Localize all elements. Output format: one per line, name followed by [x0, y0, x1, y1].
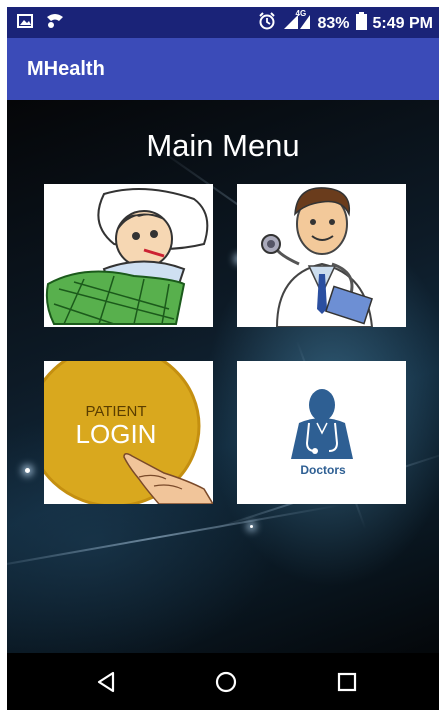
status-bar: 4G 83% 5:49 PM: [7, 7, 439, 38]
signal-icon: [45, 13, 65, 34]
tile-doctor[interactable]: [237, 184, 406, 327]
patient-login-icon: PATIENT LOGIN: [44, 361, 213, 504]
home-icon[interactable]: [211, 667, 241, 697]
menu-title: Main Menu: [146, 128, 300, 163]
background-sparkle: [250, 525, 253, 528]
battery-icon: [355, 12, 367, 35]
phone-screen: 4G 83% 5:49 PM MHealth Main Menu PATIENT…: [7, 7, 439, 710]
patient-login-line2: LOGIN: [76, 419, 157, 449]
tile-sick-patient[interactable]: [44, 184, 213, 327]
sick-patient-icon: [45, 188, 209, 325]
doctors-label: Doctors: [300, 463, 346, 477]
network-type: 4G: [295, 9, 307, 18]
doctor-stethoscope-icon: [261, 187, 374, 327]
back-icon[interactable]: [91, 667, 121, 697]
patient-login-line1: PATIENT: [85, 403, 146, 420]
background-streak: [7, 504, 342, 572]
image-icon: [17, 14, 33, 33]
doctors-icon: Doctors: [291, 389, 353, 477]
tile-patient-login[interactable]: PATIENT LOGIN: [44, 361, 213, 504]
tile-doctors[interactable]: Doctors: [237, 361, 406, 504]
clock: 5:49 PM: [372, 14, 433, 32]
navigation-bar: [7, 653, 439, 710]
background-sparkle: [25, 468, 30, 473]
battery-percent: 83%: [317, 14, 350, 32]
app-bar: MHealth: [7, 38, 439, 100]
app-title: MHealth: [27, 58, 105, 80]
cell-signal-icon: 4G: [282, 9, 312, 35]
main-content: Main Menu PATIENT LOGIN Doctors: [7, 100, 439, 653]
alarm-icon: [258, 12, 276, 35]
recents-icon[interactable]: [332, 667, 362, 697]
